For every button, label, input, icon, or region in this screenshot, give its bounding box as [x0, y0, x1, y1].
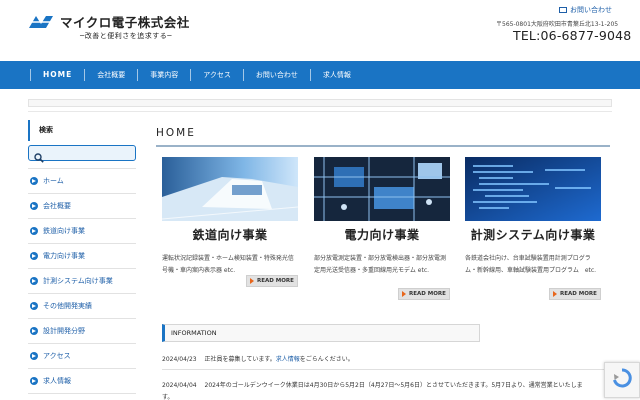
arrow-circle-icon — [30, 327, 38, 335]
phone-number: TEL:06-6877-9048 — [513, 28, 632, 43]
recaptcha-badge[interactable] — [604, 362, 640, 398]
read-more-button-measurement[interactable]: READ MORE — [549, 288, 601, 300]
nav-item-company[interactable]: 会社概要 — [84, 69, 137, 81]
main-nav: HOME 会社概要 事業内容 アクセス お問い合わせ 求人情報 — [0, 61, 640, 89]
arrow-circle-icon — [30, 302, 38, 310]
card-description: 運転状況記録装置・ホーム検知装置・特殊発光信号機・車内案内表示器 etc. — [162, 255, 294, 274]
sidebar-item-design[interactable]: 設計開発分野 — [28, 319, 136, 344]
banner-strip — [28, 99, 612, 107]
logo[interactable]: マイクロ電子株式会社 — [28, 12, 190, 31]
measurement-image[interactable] — [465, 157, 601, 221]
sidebar-menu: ホーム 会社概要 鉄道向け事業 電力向け事業 計測システム向け事業 その他開発実… — [28, 168, 136, 394]
recaptcha-icon — [612, 368, 632, 392]
divider — [162, 369, 606, 370]
sidebar-item-label: 求人情報 — [43, 377, 71, 385]
card-measurement: 計測システム向け事業 各鉄道会社向け、台車試験装置用計測プログラム・新幹線用、車… — [465, 157, 601, 277]
mail-icon — [559, 7, 567, 13]
news-text: 2024年のゴールデンウイーク休業日は4月30日から5月2日（4月27日～5月6… — [204, 382, 583, 389]
card-title: 電力向け事業 — [344, 228, 420, 242]
sidebar-item-label: 設計開発分野 — [43, 327, 85, 335]
news-date: 2024/04/04 — [162, 382, 197, 389]
arrow-circle-icon — [30, 252, 38, 260]
card-power: 電力向け事業 部分放電測定装置・部分放電検出器・部分放電測定用光送受信器・多重回… — [314, 157, 450, 277]
news-text: す。 — [162, 394, 174, 400]
arrow-circle-icon — [30, 177, 38, 185]
arrow-right-icon — [402, 291, 406, 297]
search-title: 検索 — [28, 120, 136, 141]
sidebar-item-access[interactable]: アクセス — [28, 344, 136, 369]
power-image[interactable] — [314, 157, 450, 221]
search-input[interactable] — [28, 145, 136, 163]
company-tagline: ─改善と便利さを追求する─ — [80, 32, 172, 40]
arrow-circle-icon — [30, 227, 38, 235]
card-title: 鉄道向け事業 — [192, 228, 268, 242]
site-header: マイクロ電子株式会社 ─改善と便利さを追求する─ お問い合わせ 〒565-080… — [0, 0, 640, 60]
contact-link-label: お問い合わせ — [570, 6, 612, 14]
sidebar-item-label: 鉄道向け事業 — [43, 227, 85, 235]
news-item: 2024/04/04 2024年のゴールデンウイーク休業日は4月30日から5月2… — [162, 380, 602, 389]
arrow-circle-icon — [30, 352, 38, 360]
information-heading: INFORMATION — [162, 324, 480, 342]
read-more-label: READ MORE — [409, 291, 446, 297]
arrow-right-icon — [250, 278, 254, 284]
sidebar-item-label: 計測システム向け事業 — [43, 277, 113, 285]
sidebar-item-label: アクセス — [43, 352, 71, 360]
sidebar-item-railway[interactable]: 鉄道向け事業 — [28, 219, 136, 244]
arrow-right-icon — [553, 291, 557, 297]
search-icon[interactable] — [34, 148, 44, 163]
recruit-link[interactable]: 求人情報 — [276, 356, 300, 363]
card-railway: 鉄道向け事業 運転状況記録装置・ホーム検知装置・特殊発光信号機・車内案内表示器 … — [162, 157, 298, 277]
nav-item-business[interactable]: 事業内容 — [137, 69, 190, 81]
sidebar-item-other[interactable]: その他開発実績 — [28, 294, 136, 319]
nav-item-access[interactable]: アクセス — [190, 69, 243, 81]
divider — [28, 111, 612, 112]
read-more-label: READ MORE — [560, 291, 597, 297]
sidebar-item-power[interactable]: 電力向け事業 — [28, 244, 136, 269]
sidebar-item-label: その他開発実績 — [43, 302, 92, 310]
news-item-continued: す。 — [162, 392, 173, 400]
nav-item-home[interactable]: HOME — [30, 69, 84, 81]
contact-link[interactable]: お問い合わせ — [559, 5, 612, 15]
news-item: 2024/04/23 正社員を募集しています。求人情報をごらんください。 — [162, 354, 354, 363]
page-title: HOME — [156, 127, 610, 147]
news-text-suffix: をごらんください。 — [299, 356, 354, 363]
sidebar-item-label: ホーム — [43, 177, 64, 185]
news-text: 正社員を募集しています。 — [204, 356, 276, 363]
railway-image[interactable] — [162, 157, 298, 221]
sidebar-item-recruit[interactable]: 求人情報 — [28, 369, 136, 394]
sidebar-item-home[interactable]: ホーム — [28, 169, 136, 194]
sidebar-item-measurement[interactable]: 計測システム向け事業 — [28, 269, 136, 294]
read-more-label: READ MORE — [257, 278, 294, 284]
sidebar-item-company[interactable]: 会社概要 — [28, 194, 136, 219]
address: 〒565-0801大阪府吹田市青葉丘北13-1-205 — [496, 21, 619, 28]
card-description: 各鉄道会社向け、台車試験装置用計測プログラム・新幹線用、車軸試験装置用プログラム… — [465, 255, 597, 274]
logo-mark-icon — [28, 15, 54, 29]
arrow-circle-icon — [30, 202, 38, 210]
nav-item-contact[interactable]: お問い合わせ — [242, 69, 310, 81]
company-name: マイクロ電子株式会社 — [60, 15, 190, 30]
read-more-button-power[interactable]: READ MORE — [398, 288, 450, 300]
sidebar-item-label: 会社概要 — [43, 202, 71, 210]
sidebar: 検索 ホーム 会社概要 鉄道向け事業 電力向け事業 計測システム向け事業 その他… — [28, 120, 136, 394]
arrow-circle-icon — [30, 277, 38, 285]
sidebar-item-label: 電力向け事業 — [43, 252, 85, 260]
read-more-button-railway[interactable]: READ MORE — [246, 275, 298, 287]
card-title: 計測システム向け事業 — [470, 228, 596, 242]
page: マイクロ電子株式会社 ─改善と便利さを追求する─ お問い合わせ 〒565-080… — [0, 0, 640, 400]
nav-item-recruit[interactable]: 求人情報 — [309, 69, 363, 81]
news-date: 2024/04/23 — [162, 356, 197, 363]
arrow-circle-icon — [30, 377, 38, 385]
card-description: 部分放電測定装置・部分放電検出器・部分放電測定用光送受信器・多重回線用光モデム … — [314, 255, 447, 274]
